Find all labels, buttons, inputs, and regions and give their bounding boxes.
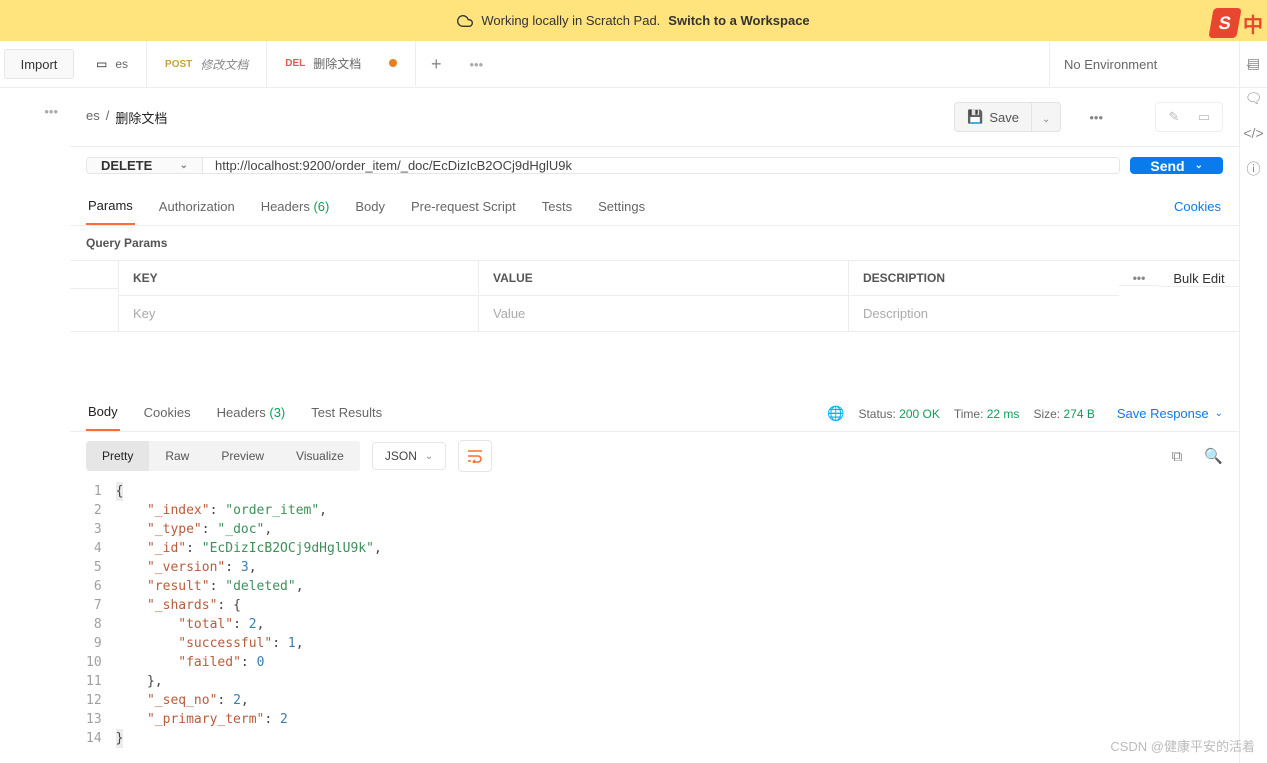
pill-visualize[interactable]: Visualize [280,441,360,471]
left-gutter: ••• [0,88,70,763]
send-label: Send [1150,158,1184,174]
globe-icon[interactable]: 🌐 [827,405,844,422]
tab-label: es [115,57,128,71]
comment-icon[interactable]: 🗨 [1245,90,1263,107]
chevron-down-icon: ⌄ [180,160,188,171]
right-sidebar: ▤ 🗨 </> ⓘ [1239,41,1267,763]
resp-tab-body[interactable]: Body [86,396,120,431]
tab-headers[interactable]: Headers (6) [259,191,332,224]
resp-tab-cookies[interactable]: Cookies [142,397,193,430]
save-button-group: 💾 Save ⌄ [954,102,1061,132]
save-icon: 💾 [967,109,983,125]
tab-authorization[interactable]: Authorization [157,191,237,224]
tab-es[interactable]: ▭ es [78,41,147,87]
resp-tab-headers[interactable]: Headers (3) [215,397,288,430]
tab-label: 修改文档 [200,56,248,73]
cookies-link[interactable]: Cookies [1172,191,1223,224]
tab-settings[interactable]: Settings [596,191,647,224]
tab-prerequest[interactable]: Pre-request Script [409,191,518,224]
tab-body[interactable]: Body [353,191,387,224]
watermark: CSDN @健康平安的活着 [1110,736,1255,755]
key-input[interactable]: Key [118,296,478,331]
format-select[interactable]: JSON ⌄ [372,442,446,470]
scratchpad-banner: Working locally in Scratch Pad. Switch t… [0,0,1267,41]
method-value: DELETE [101,158,152,173]
method-select[interactable]: DELETE ⌄ [87,158,203,173]
tab-params[interactable]: Params [86,190,135,225]
environment-select[interactable]: No Environment ⌄ [1049,41,1267,87]
add-tab-button[interactable]: + [416,41,456,87]
page-title: 删除文档 [115,108,167,127]
line-numbers: 1234567891011121314 [86,482,116,748]
status-value: 200 OK [899,407,940,421]
desc-input[interactable]: Description [848,296,1119,331]
unsaved-dot-icon [389,59,397,67]
value-input[interactable]: Value [478,296,848,331]
time-value: 22 ms [987,407,1020,421]
send-button[interactable]: Send ⌄ [1130,157,1223,174]
tab-delete-doc[interactable]: DEL 删除文档 [267,41,416,87]
request-tabs: ▭ es POST 修改文档 DEL 删除文档 + ••• [78,41,1049,87]
env-label: No Environment [1064,57,1157,72]
search-icon[interactable]: 🔍 [1204,447,1223,465]
chevron-down-icon: ⌄ [1042,114,1050,125]
view-mode-group: Pretty Raw Preview Visualize [86,441,360,471]
breadcrumb-parent[interactable]: es [86,108,100,127]
pill-preview[interactable]: Preview [205,441,280,471]
tab-overflow-button[interactable]: ••• [456,41,496,87]
sogou-icon: S [1208,8,1241,38]
th-options[interactable]: ••• [1119,271,1159,286]
query-params-table: KEY VALUE DESCRIPTION ••• Bulk Edit Key … [70,260,1239,332]
url-input[interactable] [203,158,1119,173]
pill-raw[interactable]: Raw [149,441,205,471]
breadcrumb: es / 删除文档 [86,108,940,127]
pill-pretty[interactable]: Pretty [86,441,149,471]
save-response-button[interactable]: Save Response ⌄ [1117,406,1223,421]
save-button[interactable]: 💾 Save [955,103,1032,131]
th-key: KEY [118,261,478,296]
code-icon[interactable]: </> [1243,125,1263,141]
resp-tab-tests[interactable]: Test Results [309,397,384,430]
tab-tests[interactable]: Tests [540,191,574,224]
save-dropdown[interactable]: ⌄ [1032,104,1060,131]
info-icon[interactable]: ⓘ [1247,159,1261,179]
size-value: 274 B [1063,407,1094,421]
comment-icon[interactable]: ▭ [1192,107,1216,127]
tab-label: 删除文档 [313,55,361,72]
docs-icon[interactable]: ▤ [1247,55,1260,72]
bulk-edit-button[interactable]: Bulk Edit [1159,271,1239,287]
chevron-down-icon: ⌄ [1215,408,1223,419]
chevron-down-icon: ⌄ [1195,160,1203,171]
header-more-button[interactable]: ••• [1081,104,1111,131]
response-meta: 🌐 Status: 200 OK Time: 22 ms Size: 274 B [827,405,1095,422]
wrap-icon [467,449,483,463]
collection-icon: ▭ [96,57,107,71]
edit-icon[interactable]: ✎ [1162,107,1186,127]
wrap-lines-button[interactable] [458,440,492,472]
query-params-heading: Query Params [70,226,1239,260]
method-badge: DEL [285,58,305,69]
chevron-down-icon: ⌄ [425,451,433,462]
th-desc: DESCRIPTION [848,261,1119,296]
table-row[interactable]: Key Value Description [70,296,1239,331]
banner-text: Working locally in Scratch Pad. [481,13,660,28]
ime-logo: S 中 [1211,4,1263,42]
copy-icon[interactable]: ⧉ [1172,448,1183,465]
cloud-off-icon [457,13,473,29]
import-button[interactable]: Import [4,49,74,79]
save-label: Save [989,110,1019,125]
banner-cta[interactable]: Switch to a Workspace [668,13,809,28]
gutter-more-icon[interactable]: ••• [44,104,58,119]
method-badge: POST [165,59,192,70]
response-body[interactable]: 1234567891011121314 { "_index": "order_i… [70,480,1239,748]
tab-modify-doc[interactable]: POST 修改文档 [147,41,267,87]
th-value: VALUE [478,261,848,296]
